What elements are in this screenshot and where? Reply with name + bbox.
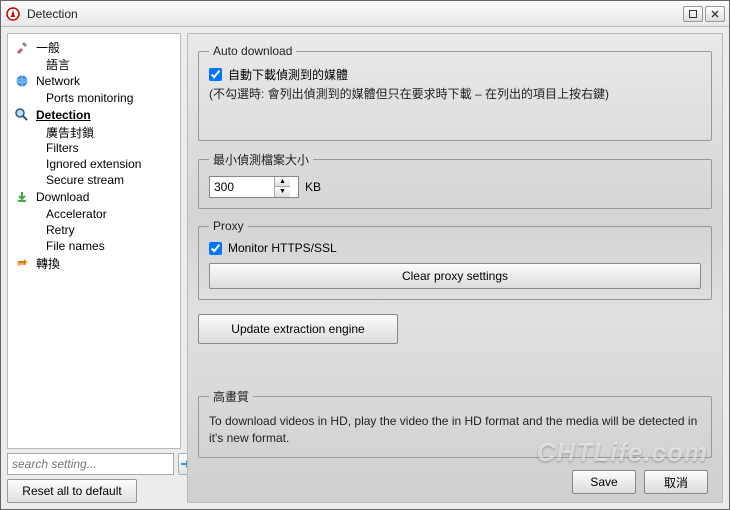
update-engine-button[interactable]: Update extraction engine: [198, 314, 398, 344]
titlebar: Detection: [1, 1, 729, 27]
sidebar-item-label: Download: [36, 190, 89, 204]
min-size-input[interactable]: [210, 177, 274, 197]
sidebar-item-label: 廣告封鎖: [46, 124, 94, 141]
tools-icon: [14, 39, 30, 55]
sidebar-item-secure-stream[interactable]: Secure stream: [8, 172, 180, 188]
convert-icon: [14, 255, 30, 271]
group-legend: 最小偵測檔案大小: [209, 151, 313, 168]
sidebar-item-network[interactable]: Network: [8, 72, 180, 90]
sidebar-item-label: 轉換: [36, 255, 60, 272]
min-size-spinner[interactable]: ▲ ▼: [209, 176, 299, 198]
save-button[interactable]: Save: [572, 470, 636, 494]
sidebar-item-download[interactable]: Download: [8, 188, 180, 206]
group-legend: 高畫質: [209, 388, 253, 405]
search-icon: [14, 107, 30, 123]
checkbox-label: Monitor HTTPS/SSL: [228, 241, 337, 255]
sidebar-item-language[interactable]: 語言: [8, 56, 180, 72]
sidebar-item-retry[interactable]: Retry: [8, 222, 180, 238]
sidebar-item-label: Secure stream: [46, 173, 124, 187]
unit-label: KB: [305, 180, 321, 194]
sidebar-item-detection[interactable]: Detection: [8, 106, 180, 124]
monitor-https-checkbox[interactable]: [209, 242, 222, 255]
sidebar-item-filters[interactable]: Filters: [8, 140, 180, 156]
window-title: Detection: [27, 7, 683, 21]
sidebar-item-adblock[interactable]: 廣告封鎖: [8, 124, 180, 140]
reset-all-button[interactable]: Reset all to default: [7, 479, 137, 503]
settings-window: Detection 一般 語言 Network Ports monitoring: [0, 0, 730, 510]
spin-up[interactable]: ▲: [275, 177, 290, 187]
app-icon: [5, 6, 21, 22]
sidebar-item-label: Accelerator: [46, 207, 107, 221]
sidebar-item-label: Ports monitoring: [46, 91, 133, 105]
sidebar-item-label: 語言: [46, 56, 70, 73]
spin-down[interactable]: ▼: [275, 187, 290, 197]
maximize-button[interactable]: [683, 6, 703, 22]
checkbox-label: 自動下載偵測到的媒體: [228, 66, 348, 83]
auto-download-group: Auto download 自動下載偵測到的媒體 (不勾選時: 會列出偵測到的媒…: [198, 44, 712, 141]
sidebar: 一般 語言 Network Ports monitoring Detection…: [7, 33, 181, 503]
sidebar-item-label: 一般: [36, 39, 60, 56]
sidebar-item-convert[interactable]: 轉換: [8, 254, 180, 272]
download-icon: [14, 189, 30, 205]
sidebar-item-filenames[interactable]: File names: [8, 238, 180, 254]
sidebar-item-general[interactable]: 一般: [8, 38, 180, 56]
hq-group: 高畫質 To download videos in HD, play the v…: [198, 388, 712, 458]
settings-tree: 一般 語言 Network Ports monitoring Detection…: [7, 33, 181, 449]
auto-download-checkbox[interactable]: [209, 68, 222, 81]
auto-download-note: (不勾選時: 會列出偵測到的媒體但只在要求時下載 – 在列出的項目上按右鍵): [209, 85, 701, 102]
sidebar-item-ports[interactable]: Ports monitoring: [8, 90, 180, 106]
cancel-button[interactable]: 取消: [644, 470, 708, 494]
sidebar-item-label: Detection: [36, 108, 91, 122]
group-legend: Proxy: [209, 219, 248, 233]
sidebar-item-label: Network: [36, 74, 80, 88]
sidebar-item-accelerator[interactable]: Accelerator: [8, 206, 180, 222]
clear-proxy-button[interactable]: Clear proxy settings: [209, 263, 701, 289]
search-input[interactable]: [7, 453, 174, 475]
proxy-group: Proxy Monitor HTTPS/SSL Clear proxy sett…: [198, 219, 712, 300]
sidebar-item-label: Retry: [46, 223, 75, 237]
sidebar-item-label: Filters: [46, 141, 79, 155]
globe-icon: [14, 73, 30, 89]
group-legend: Auto download: [209, 44, 296, 58]
close-button[interactable]: [705, 6, 725, 22]
hq-text: To download videos in HD, play the video…: [209, 413, 701, 447]
min-size-group: 最小偵測檔案大小 ▲ ▼ KB: [198, 151, 712, 209]
sidebar-item-label: File names: [46, 239, 105, 253]
main-panel: Auto download 自動下載偵測到的媒體 (不勾選時: 會列出偵測到的媒…: [187, 33, 723, 503]
sidebar-item-ignored-ext[interactable]: Ignored extension: [8, 156, 180, 172]
sidebar-item-label: Ignored extension: [46, 157, 141, 171]
